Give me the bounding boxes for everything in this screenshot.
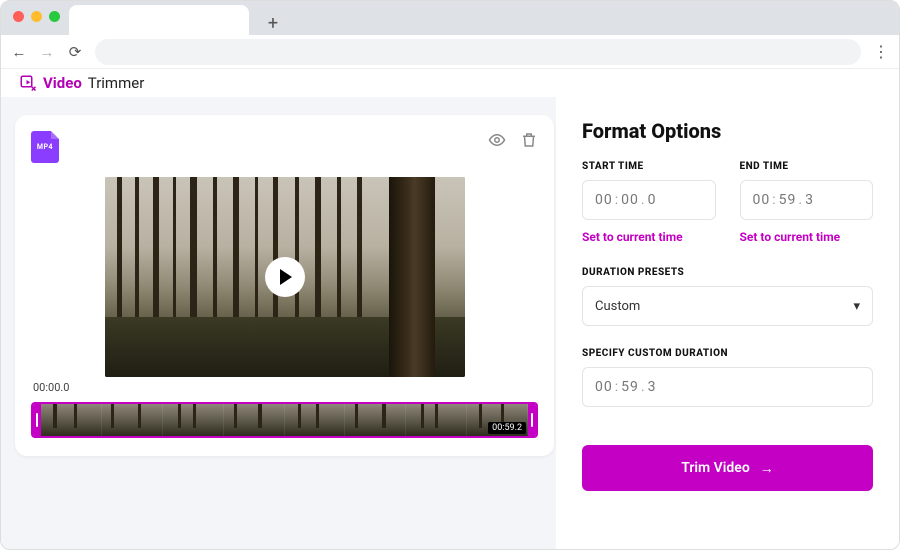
options-panel: Format Options START TIME 00:00.0 Set to…	[556, 97, 899, 549]
preview-panel: MP4	[1, 97, 556, 549]
file-type-badge: MP4	[31, 131, 59, 163]
custom-duration-field[interactable]: 00:59.3	[582, 367, 873, 407]
close-window-button[interactable]	[13, 11, 24, 22]
browser-window: + ← → ⟳ ⋮ Video Trimmer MP4	[0, 0, 900, 550]
minimize-window-button[interactable]	[31, 11, 42, 22]
trim-end-handle[interactable]	[528, 404, 536, 436]
start-time-label: START TIME	[582, 161, 716, 172]
forward-button[interactable]: →	[39, 43, 55, 61]
trim-video-button[interactable]: Trim Video →	[582, 445, 873, 491]
set-start-current-link[interactable]: Set to current time	[582, 230, 683, 244]
window-controls	[13, 11, 60, 22]
panel-title: Format Options	[582, 119, 873, 143]
preview-icon[interactable]	[488, 131, 506, 149]
end-time-label: END TIME	[740, 161, 874, 172]
timeline-end-time: 00:59.2	[488, 422, 526, 434]
new-tab-button[interactable]: +	[261, 11, 285, 35]
current-time-label: 00:00.0	[33, 381, 538, 394]
app-header: Video Trimmer	[1, 69, 899, 97]
trim-timeline[interactable]: 00:59.2	[31, 402, 538, 438]
presets-label: DURATION PRESETS	[582, 267, 873, 278]
workspace: MP4	[1, 97, 899, 549]
chevron-down-icon: ▾	[853, 299, 860, 314]
start-time-field[interactable]: 00:00.0	[582, 180, 716, 220]
browser-tabbar: +	[1, 1, 899, 35]
trim-start-handle[interactable]	[33, 404, 41, 436]
back-button[interactable]: ←	[11, 43, 27, 61]
timeline-thumbnails[interactable]	[41, 404, 528, 436]
arrow-right-icon: →	[760, 460, 774, 477]
set-end-current-link[interactable]: Set to current time	[740, 230, 841, 244]
delete-icon[interactable]	[520, 131, 538, 149]
custom-duration-label: SPECIFY CUSTOM DURATION	[582, 348, 873, 359]
play-button[interactable]	[265, 257, 305, 297]
end-time-field[interactable]: 00:59.3	[740, 180, 874, 220]
browser-menu-button[interactable]: ⋮	[873, 42, 889, 61]
app-name-secondary: Trimmer	[88, 74, 144, 92]
app-name-primary: Video	[43, 74, 82, 92]
browser-tab[interactable]	[69, 5, 249, 35]
video-preview[interactable]	[105, 177, 465, 377]
app-logo-icon	[19, 74, 37, 92]
maximize-window-button[interactable]	[49, 11, 60, 22]
reload-button[interactable]: ⟳	[67, 43, 83, 61]
browser-toolbar: ← → ⟳ ⋮	[1, 35, 899, 69]
duration-preset-select[interactable]: Custom ▾	[582, 286, 873, 326]
address-bar[interactable]	[95, 39, 861, 65]
video-card: MP4	[15, 115, 554, 456]
